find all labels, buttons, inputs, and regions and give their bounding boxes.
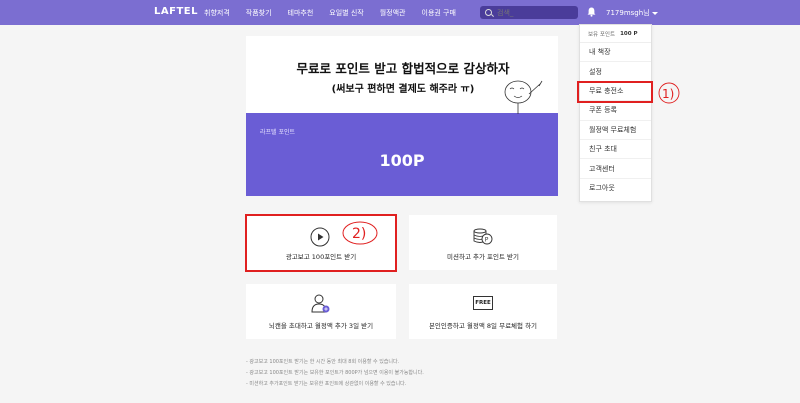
notice-item: - 광고보고 100포인트 받기는 보유한 포인트가 800P가 넘으면 이용이… [246, 370, 424, 376]
nav-monthly[interactable]: 월정액관 [372, 8, 414, 18]
menu-item-coupon[interactable]: 쿠폰 등록 [580, 101, 651, 121]
mission-label: 미션하고 추가 포인트 받기 [447, 253, 519, 261]
notice-list: - 광고보고 100포인트 받기는 한 시간 동안 최대 8회 이용할 수 있습… [246, 357, 424, 390]
dropdown-points-value: 100 P [620, 30, 638, 37]
menu-item-bookshelf[interactable]: 내 책장 [580, 43, 651, 63]
user-dropdown-menu: 보유 포인트 100 P 내 책장 설정 무료 충전소 쿠폰 등록 월정액 무료체… [579, 24, 652, 202]
points-panel: 라프텔 포인트 100P [246, 113, 558, 196]
menu-item-monthly-trial[interactable]: 월정액 무료체험 [580, 121, 651, 140]
menu-item-support[interactable]: 고객센터 [580, 159, 651, 179]
invite-friend-label: 뇌캔을 초대하고 월정액 추가 3일 받기 [268, 322, 374, 330]
user-icon [311, 294, 330, 313]
nav-find[interactable]: 작품찾기 [238, 8, 280, 18]
chevron-down-icon [651, 11, 658, 15]
annotation-box-1 [577, 81, 653, 103]
search-input[interactable] [497, 8, 567, 17]
main-nav: 취향저격 작품찾기 테마추천 요일별 신작 월정액관 이용권 구매 [196, 0, 464, 25]
top-navigation-bar: LAFTEL 취향저격 작품찾기 테마추천 요일별 신작 월정액관 이용권 구매… [0, 0, 800, 25]
menu-item-logout[interactable]: 로그아웃 [580, 179, 651, 198]
search-icon [485, 9, 492, 16]
annotation-mark-1: 1) [662, 87, 674, 101]
annotation-mark-2: 2) [352, 226, 366, 242]
points-label: 라프텔 포인트 [260, 129, 296, 136]
menu-item-invite[interactable]: 친구 초대 [580, 140, 651, 160]
free-badge-icon: FREE [473, 296, 493, 310]
coin-stack-icon: P [473, 228, 493, 245]
annotation-circle-2: 2) [342, 221, 378, 245]
dropdown-points-label: 보유 포인트 [588, 31, 616, 38]
nav-theme[interactable]: 테마추천 [280, 8, 322, 18]
user-menu-toggle[interactable]: 7179msgh님 [606, 8, 658, 18]
nav-taste[interactable]: 취향저격 [196, 8, 238, 18]
search-box[interactable] [480, 6, 578, 19]
laftel-logo[interactable]: LAFTEL [154, 6, 198, 17]
free-trial-card[interactable]: FREE 본인인증하고 월정액 8일 무료체험 하기 [409, 284, 557, 339]
bell-icon[interactable] [587, 7, 596, 17]
notice-item: - 광고보고 100포인트 받기는 한 시간 동안 최대 8회 이용할 수 있습… [246, 359, 400, 365]
stick-figure-doodle [504, 80, 543, 114]
mission-card[interactable]: P 미션하고 추가 포인트 받기 [409, 215, 557, 270]
annotation-circle-1: 1) [658, 82, 680, 104]
points-banner: 무료로 포인트 받고 합법적으로 감상하자 (써보구 편하면 결제도 해주라 ㅠ… [246, 36, 558, 196]
dropdown-points: 보유 포인트 100 P [580, 25, 651, 43]
svg-text:P: P [485, 236, 489, 243]
points-value: 100P [379, 151, 425, 170]
menu-item-settings[interactable]: 설정 [580, 62, 651, 82]
free-trial-label: 본인인증하고 월정액 8일 무료체험 하기 [428, 322, 538, 330]
notice-item: - 미션하고 추가포인트 받기는 보유한 포인트에 상관없이 이용할 수 있습니… [246, 381, 407, 387]
nav-weekly[interactable]: 요일별 신작 [321, 8, 371, 18]
nav-ticket[interactable]: 이용권 구매 [414, 8, 464, 18]
invite-friend-card[interactable]: 뇌캔을 초대하고 월정액 추가 3일 받기 [246, 284, 396, 339]
user-name: 7179msgh님 [606, 9, 650, 17]
